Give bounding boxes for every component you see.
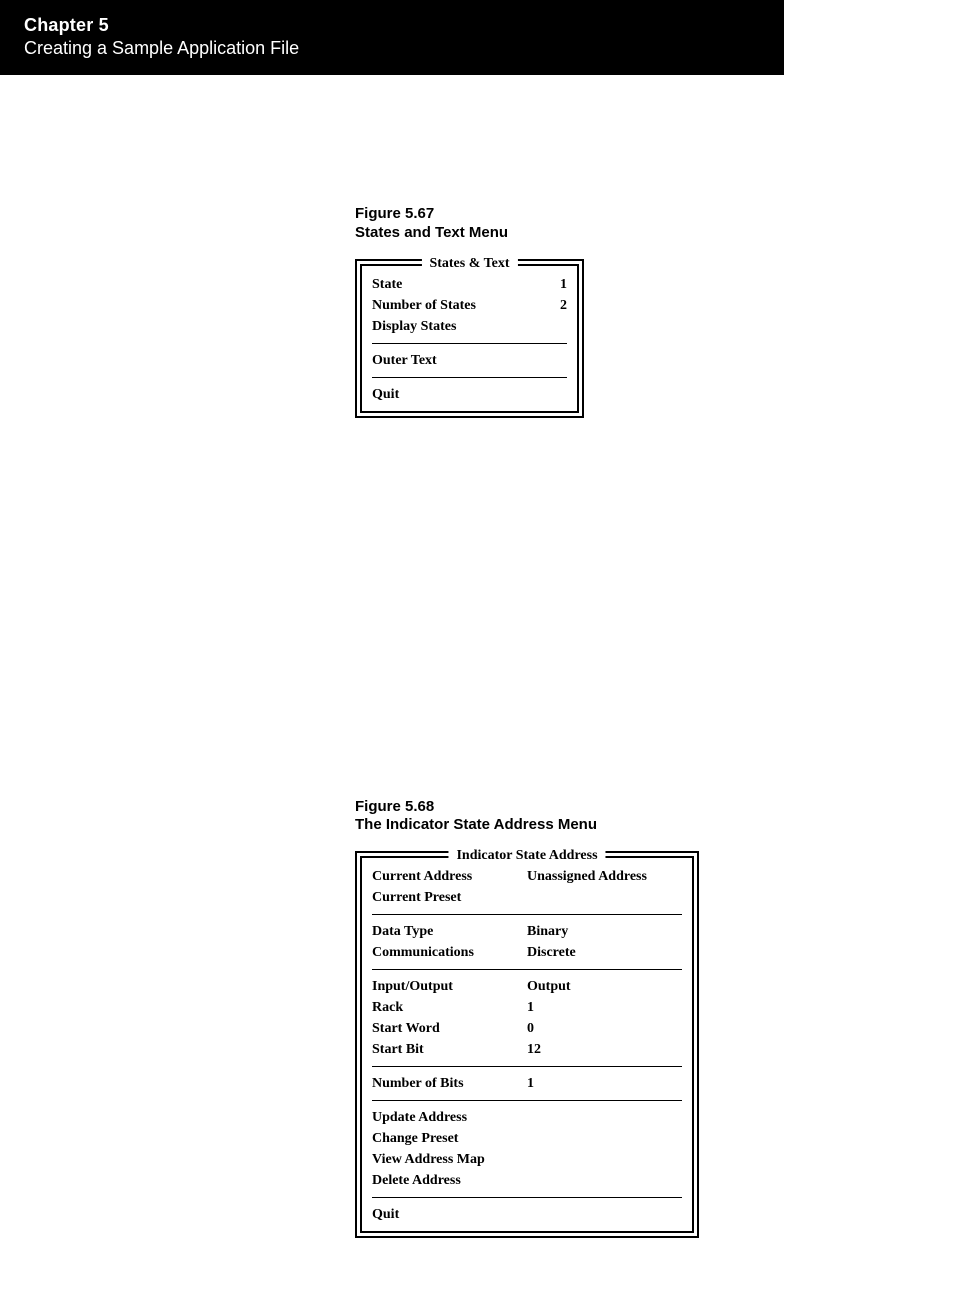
figure-caption-567: Figure 5.67 States and Text Menu: [355, 205, 815, 243]
chapter-subtitle: Creating a Sample Application File: [24, 37, 784, 60]
indicator-state-address-menu: Indicator State Address Current Address …: [355, 851, 699, 1238]
row-value: Output: [527, 976, 677, 997]
row-label: Display States: [372, 316, 456, 337]
row-label: Quit: [372, 384, 399, 405]
menu-row-number-of-states[interactable]: Number of States 2: [372, 295, 567, 316]
separator: [372, 969, 682, 970]
row-value: 1: [527, 1073, 677, 1094]
row-value: 1: [527, 997, 677, 1018]
row-label: Start Bit: [372, 1039, 527, 1060]
row-value: 0: [527, 1018, 677, 1039]
menu-row-communications[interactable]: Communications Discrete: [372, 942, 682, 963]
separator: [372, 343, 567, 344]
states-text-menu: States & Text State 1 Number of States 2…: [355, 259, 584, 418]
row-value: Unassigned Address: [527, 866, 677, 887]
figure-title: The Indicator State Address Menu: [355, 816, 815, 835]
separator: [372, 914, 682, 915]
menu-row-data-type[interactable]: Data Type Binary: [372, 921, 682, 942]
row-label: Number of Bits: [372, 1073, 527, 1094]
figure-caption-568: Figure 5.68 The Indicator State Address …: [355, 798, 815, 836]
menu-row-state[interactable]: State 1: [372, 274, 567, 295]
row-label: Start Word: [372, 1018, 527, 1039]
row-label: Quit: [372, 1204, 527, 1225]
menu-title: Indicator State Address: [448, 848, 605, 864]
menu-title: States & Text: [421, 256, 517, 272]
row-label: Communications: [372, 942, 527, 963]
chapter-label: Chapter 5: [24, 14, 784, 37]
row-value: Binary: [527, 921, 677, 942]
menu-row-change-preset[interactable]: Change Preset: [372, 1128, 682, 1149]
separator: [372, 1066, 682, 1067]
row-label: Current Preset: [372, 887, 527, 908]
menu-row-delete-address[interactable]: Delete Address: [372, 1170, 682, 1191]
separator: [372, 377, 567, 378]
row-label: Update Address: [372, 1107, 527, 1128]
figure-number: Figure 5.67: [355, 205, 815, 224]
row-label: Change Preset: [372, 1128, 527, 1149]
row-label: State: [372, 274, 402, 295]
figure-number: Figure 5.68: [355, 798, 815, 817]
separator: [372, 1100, 682, 1101]
menu-row-quit[interactable]: Quit: [372, 1204, 682, 1225]
menu-row-outer-text[interactable]: Outer Text: [372, 350, 567, 371]
row-label: Delete Address: [372, 1170, 527, 1191]
row-label: View Address Map: [372, 1149, 527, 1170]
row-value: Discrete: [527, 942, 677, 963]
menu-row-rack[interactable]: Rack 1: [372, 997, 682, 1018]
states-text-menu-inner: States & Text State 1 Number of States 2…: [360, 264, 579, 413]
menu-row-number-of-bits[interactable]: Number of Bits 1: [372, 1073, 682, 1094]
row-label: Input/Output: [372, 976, 527, 997]
menu-row-display-states[interactable]: Display States: [372, 316, 567, 337]
menu-row-start-word[interactable]: Start Word 0: [372, 1018, 682, 1039]
menu-row-current-address[interactable]: Current Address Unassigned Address: [372, 866, 682, 887]
menu-row-update-address[interactable]: Update Address: [372, 1107, 682, 1128]
row-label: Outer Text: [372, 350, 437, 371]
menu-row-current-preset[interactable]: Current Preset: [372, 887, 682, 908]
chapter-header: Chapter 5 Creating a Sample Application …: [0, 0, 784, 75]
menu-row-start-bit[interactable]: Start Bit 12: [372, 1039, 682, 1060]
row-value: [527, 887, 677, 908]
menu-row-quit[interactable]: Quit: [372, 384, 567, 405]
row-label: Number of States: [372, 295, 476, 316]
row-label: Rack: [372, 997, 527, 1018]
page: Chapter 5 Creating a Sample Application …: [0, 0, 954, 1298]
indicator-state-address-inner: Indicator State Address Current Address …: [360, 856, 694, 1233]
row-label: Data Type: [372, 921, 527, 942]
menu-row-input-output[interactable]: Input/Output Output: [372, 976, 682, 997]
row-value: 1: [560, 274, 567, 295]
row-value: 12: [527, 1039, 677, 1060]
menu-row-view-address-map[interactable]: View Address Map: [372, 1149, 682, 1170]
content-column: Figure 5.67 States and Text Menu States …: [355, 205, 815, 1238]
row-label: Current Address: [372, 866, 527, 887]
figure-title: States and Text Menu: [355, 224, 815, 243]
separator: [372, 1197, 682, 1198]
row-value: 2: [560, 295, 567, 316]
